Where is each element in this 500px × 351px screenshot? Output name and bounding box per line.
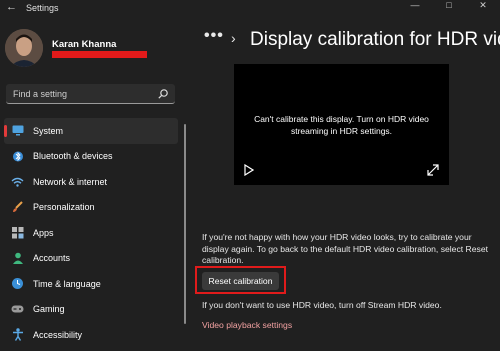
sidebar-item-label: System <box>33 125 64 136</box>
monitor-icon <box>11 124 24 137</box>
sidebar-item-label: Network & internet <box>33 176 108 187</box>
minimize-button[interactable]: — <box>398 0 432 14</box>
reset-calibration-button[interactable]: Reset calibration <box>202 272 279 290</box>
sidebar-item-label: Bluetooth & devices <box>33 151 113 162</box>
video-preview: Can't calibrate this display. Turn on HD… <box>234 64 449 185</box>
page-title: Display calibration for HDR vide <box>250 29 500 50</box>
back-arrow-icon[interactable]: ← <box>6 1 17 13</box>
sidebar-item-bluetooth[interactable]: Bluetooth & devices <box>4 144 178 170</box>
expand-icon[interactable] <box>427 164 439 176</box>
person-icon <box>11 252 24 265</box>
close-button[interactable]: ✕ <box>466 0 500 14</box>
sidebar-item-label: Time & language <box>33 278 101 289</box>
wifi-icon <box>11 175 24 188</box>
sidebar-item-gaming[interactable]: Gaming <box>4 297 178 323</box>
video-message: Can't calibrate this display. Turn on HD… <box>254 114 429 136</box>
redacted-email-bar <box>52 51 147 58</box>
sidebar-item-label: Accessibility <box>33 329 83 340</box>
play-icon[interactable] <box>244 164 254 176</box>
sidebar-item-label: Personalization <box>33 202 95 213</box>
stream-hdr-info-text: If you don't want to use HDR video, turn… <box>202 300 442 310</box>
sidebar-item-accessibility[interactable]: Accessibility <box>4 322 178 348</box>
sidebar-item-accounts[interactable]: Accounts <box>4 246 178 272</box>
sidebar-item-label: Gaming <box>33 304 65 315</box>
maximize-button[interactable]: □ <box>432 0 466 14</box>
calibration-info-text: If you're not happy with how your HDR vi… <box>202 232 488 265</box>
brush-icon <box>11 201 24 214</box>
chevron-right-icon: › <box>231 30 236 46</box>
title-bar: ← Settings — □ ✕ <box>0 0 500 16</box>
window-controls: — □ ✕ <box>398 0 500 14</box>
apps-icon <box>11 226 24 239</box>
sidebar-item-network[interactable]: Network & internet <box>4 169 178 195</box>
sidebar-item-label: Apps <box>33 227 54 238</box>
video-playback-settings-link[interactable]: Video playback settings <box>202 320 292 330</box>
user-name: Karan Khanna <box>52 39 117 50</box>
globe-clock-icon <box>11 277 24 290</box>
sidebar-item-label: Accounts <box>33 253 71 264</box>
app-title: Settings <box>26 3 59 13</box>
search-icon[interactable] <box>157 88 169 100</box>
accessibility-icon <box>11 328 24 342</box>
sidebar-nav: System Bluetooth & devices Network & int… <box>4 118 178 348</box>
sidebar-item-time-language[interactable]: Time & language <box>4 271 178 297</box>
search-input[interactable]: Find a setting <box>13 89 67 99</box>
sidebar-item-personalization[interactable]: Personalization <box>4 195 178 221</box>
avatar[interactable] <box>5 29 43 67</box>
bluetooth-icon <box>11 150 24 163</box>
sidebar-item-apps[interactable]: Apps <box>4 220 178 246</box>
breadcrumb-more-button[interactable]: ••• <box>204 27 224 45</box>
gamepad-icon <box>11 303 24 316</box>
sidebar-item-system[interactable]: System <box>4 118 178 144</box>
sidebar-scrollbar[interactable] <box>184 124 186 324</box>
selection-indicator <box>4 125 7 137</box>
search-box[interactable]: Find a setting <box>6 84 175 104</box>
